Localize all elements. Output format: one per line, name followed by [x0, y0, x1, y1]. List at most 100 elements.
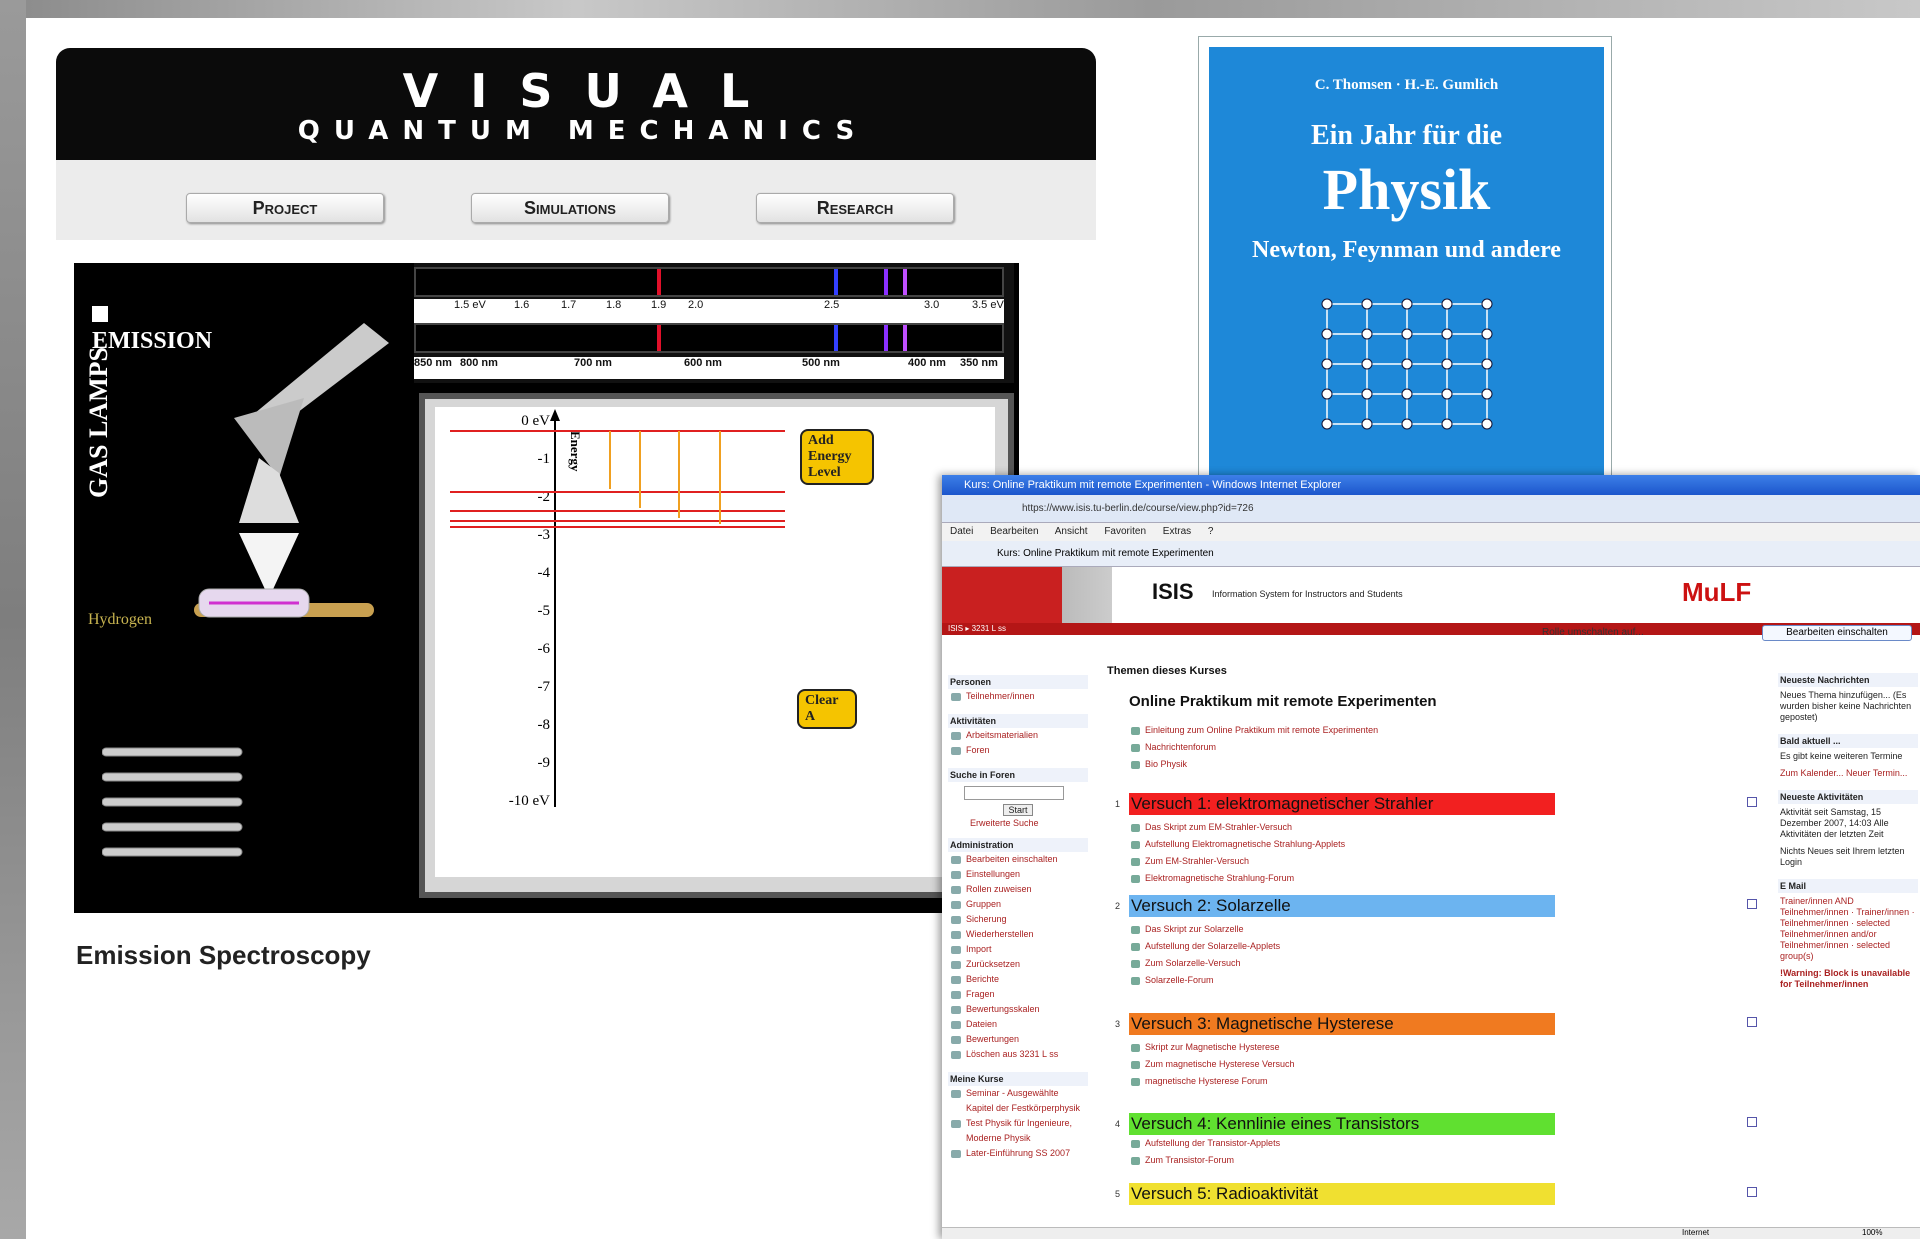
left-column: Personen Teilnehmer/innen Aktivitäten Ar… — [948, 665, 1088, 1161]
section-toggle-icon[interactable] — [1747, 1017, 1757, 1027]
section-link[interactable]: Aufstellung Elektromagnetische Strahlung… — [1107, 836, 1707, 853]
spectrum-panel: 1.5 eV 1.6 1.7 1.8 1.9 2.0 2.5 3.0 3.5 e… — [414, 263, 1014, 383]
gas-tube-selector[interactable] — [102, 743, 252, 863]
spectrum-bar-top — [414, 267, 1004, 297]
search-start-button[interactable]: Start — [1003, 804, 1033, 816]
section-link[interactable]: Aufstellung der Solarzelle-Applets — [1107, 938, 1707, 955]
section-link[interactable]: Aufstellung der Transistor-Applets — [1107, 1135, 1707, 1152]
admin-link[interactable]: Zurücksetzen — [948, 957, 1088, 972]
nothing-new-text: Nichts Neues seit Ihrem letzten Login — [1780, 846, 1905, 867]
course-link[interactable]: Seminar - Ausgewählte Kapitel der Festkö… — [948, 1086, 1088, 1116]
isis-subtitle: Information System for Instructors and S… — [1212, 589, 1403, 599]
section-link[interactable]: Elektromagnetische Strahlung-Forum — [1107, 870, 1707, 887]
advanced-search-link[interactable]: Erweiterte Suche — [948, 818, 1088, 828]
book-title-line2: Physik — [1322, 157, 1491, 222]
role-switch-select[interactable]: Rolle umschalten auf... — [1542, 627, 1644, 638]
block-title: Meine Kurse — [948, 1072, 1088, 1086]
admin-link[interactable]: Fragen — [948, 987, 1088, 1002]
admin-link[interactable]: Bearbeiten einschalten — [948, 852, 1088, 867]
block-title: E Mail — [1778, 879, 1918, 893]
section-link[interactable]: Solarzelle-Forum — [1107, 972, 1707, 989]
vqm-header: VISUAL QUANTUM MECHANICS — [56, 48, 1096, 160]
section-toggle-icon[interactable] — [1747, 797, 1757, 807]
nm-tick: 350 nm — [960, 357, 998, 369]
nav-research-button[interactable]: Research — [756, 193, 954, 223]
ev-scale: 1.5 eV 1.6 1.7 1.8 1.9 2.0 2.5 3.0 3.5 e… — [414, 299, 1004, 323]
course-link[interactable]: Test Physik für Ingenieure, Moderne Phys… — [948, 1116, 1088, 1146]
admin-link[interactable]: Bewertungen — [948, 1032, 1088, 1047]
section-toggle-icon[interactable] — [1747, 899, 1757, 909]
intro-link[interactable]: Bio Physik — [1107, 756, 1767, 773]
tab-bar: Kurs: Online Praktikum mit remote Experi… — [942, 541, 1920, 567]
admin-link[interactable]: Dateien — [948, 1017, 1088, 1032]
energy-level-diagram: 0 eV -1 -2 -3 -4 -5 -6 -7 -8 -9 -10 eV E… — [419, 393, 1014, 898]
admin-link[interactable]: Berichte — [948, 972, 1088, 987]
energy-plot-area: 0 eV -1 -2 -3 -4 -5 -6 -7 -8 -9 -10 eV E… — [435, 407, 995, 877]
ev-tick: 2.5 — [824, 299, 840, 311]
admin-link[interactable]: Gruppen — [948, 897, 1088, 912]
menu-item-extras[interactable]: Extras — [1163, 526, 1191, 537]
intro-link[interactable]: Nachrichtenforum — [1107, 739, 1767, 756]
section-links: Das Skript zum EM-Strahler-Versuch Aufst… — [1107, 819, 1707, 887]
book-subtitle: Newton, Feynman und andere — [1252, 237, 1561, 263]
section-link[interactable]: Das Skript zur Solarzelle — [1107, 921, 1707, 938]
vqm-nav: Project Simulations Research — [56, 160, 1096, 240]
course-link[interactable]: Later-Einführung SS 2007 — [948, 1146, 1088, 1161]
section-link[interactable]: magnetische Hysterese Forum — [1107, 1073, 1707, 1090]
spectral-line-red — [657, 325, 661, 351]
section-link[interactable]: Zum magnetische Hysterese Versuch — [1107, 1056, 1707, 1073]
ev-tick: 1.7 — [561, 299, 577, 311]
ev-tick: 1.5 eV — [454, 299, 486, 311]
section-toggle-icon[interactable] — [1747, 1187, 1757, 1197]
tab-course[interactable]: Kurs: Online Praktikum mit remote Experi… — [997, 548, 1214, 559]
nav-simulations-button[interactable]: Simulations — [471, 193, 669, 223]
hydrogen-tube-icon[interactable] — [154, 583, 334, 623]
section-link[interactable]: Zum EM-Strahler-Versuch — [1107, 853, 1707, 870]
spectral-line-violet — [884, 325, 888, 351]
menu-item-bearbeiten[interactable]: Bearbeiten — [990, 526, 1038, 537]
section-link[interactable]: Zum Transistor-Forum — [1107, 1152, 1707, 1169]
menu-item-datei[interactable]: Datei — [950, 526, 973, 537]
warning-text: !Warning: Block is unavailable for Teiln… — [1780, 968, 1911, 989]
nav-project-button[interactable]: Project — [186, 193, 384, 223]
admin-link[interactable]: Einstellungen — [948, 867, 1088, 882]
admin-link[interactable]: Löschen aus 3231 L ss — [948, 1047, 1088, 1062]
materials-link[interactable]: Arbeitsmaterialien — [948, 728, 1088, 743]
edit-mode-button[interactable]: Bearbeiten einschalten — [1762, 625, 1912, 641]
add-energy-level-button[interactable]: Add Energy Level — [800, 429, 874, 485]
book-cover-inner: C. Thomsen · H.-E. Gumlich Ein Jahr für … — [1209, 47, 1604, 477]
right-column: Neueste Nachrichten Neues Thema hinzufüg… — [1778, 665, 1918, 993]
section-title: Versuch 3: Magnetische Hysterese — [1129, 1013, 1555, 1035]
forums-link[interactable]: Foren — [948, 743, 1088, 758]
hydrogen-label: Hydrogen — [88, 611, 152, 628]
email-links[interactable]: Trainer/innen AND Teilnehmer/innen · Tra… — [1778, 893, 1918, 965]
calendar-links[interactable]: Zum Kalender... Neuer Termin... — [1778, 765, 1918, 782]
admin-link[interactable]: Rollen zuweisen — [948, 882, 1088, 897]
admin-link[interactable]: Wiederherstellen — [948, 927, 1088, 942]
menu-item-help[interactable]: ? — [1208, 526, 1214, 537]
clear-button[interactable]: Clear A — [797, 689, 857, 729]
section-number: 2 — [1115, 901, 1121, 911]
checkbox-icon[interactable] — [92, 306, 108, 322]
menu-bar: Datei Bearbeiten Ansicht Favoriten Extra… — [942, 523, 1920, 541]
section-links: Das Skript zur Solarzelle Aufstellung de… — [1107, 921, 1707, 989]
spectral-line-blue — [834, 269, 838, 295]
forum-search-input[interactable] — [964, 786, 1064, 800]
participants-link[interactable]: Teilnehmer/innen — [948, 689, 1088, 704]
admin-link[interactable]: Sicherung — [948, 912, 1088, 927]
block-title: Aktivitäten — [948, 714, 1088, 728]
address-bar[interactable]: https://www.isis.tu-berlin.de/course/vie… — [942, 495, 1920, 523]
status-bar: Internet 100% — [942, 1227, 1920, 1239]
block-title: Personen — [948, 675, 1088, 689]
admin-link[interactable]: Import — [948, 942, 1088, 957]
section-link[interactable]: Das Skript zum EM-Strahler-Versuch — [1107, 819, 1707, 836]
section-link[interactable]: Zum Solarzelle-Versuch — [1107, 955, 1707, 972]
status-zoom[interactable]: 100% — [1862, 1228, 1882, 1237]
intro-link[interactable]: Einleitung zum Online Praktikum mit remo… — [1107, 722, 1767, 739]
admin-link[interactable]: Bewertungsskalen — [948, 1002, 1088, 1017]
section-toggle-icon[interactable] — [1747, 1117, 1757, 1127]
menu-item-favoriten[interactable]: Favoriten — [1104, 526, 1146, 537]
menu-item-ansicht[interactable]: Ansicht — [1055, 526, 1088, 537]
page-caption: Emission Spectroscopy — [76, 940, 371, 970]
section-link[interactable]: Skript zur Magnetische Hysterese — [1107, 1039, 1707, 1056]
